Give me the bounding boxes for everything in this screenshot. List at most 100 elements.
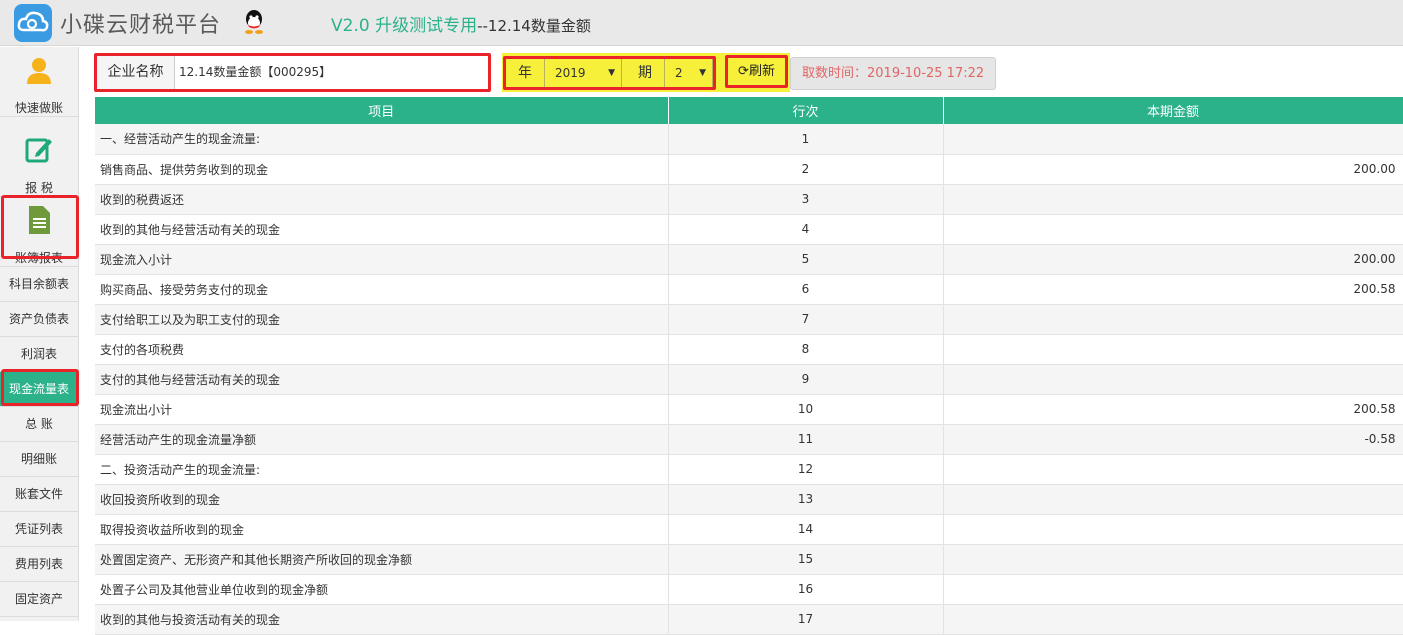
table-row[interactable]: 收到的其他与投资活动有关的现金 17 xyxy=(95,604,1403,635)
year-label: 年 xyxy=(518,65,532,81)
cell-line: 4 xyxy=(668,214,944,245)
cell-item: 支付的其他与经营活动有关的现金 xyxy=(95,364,669,395)
cell-line: 11 xyxy=(668,424,944,455)
cell-amount xyxy=(943,574,1403,605)
cell-amount: 200.00 xyxy=(943,244,1403,275)
sidebar-item-quick-books[interactable]: 快速做账 xyxy=(0,47,78,117)
company-input[interactable]: 12.14数量金额【000295】 xyxy=(179,56,479,89)
cell-line: 7 xyxy=(668,304,944,335)
sidebar-item-trial-balance[interactable]: 科目余额表 xyxy=(0,267,78,302)
table-row[interactable]: 二、投资活动产生的现金流量: 12 xyxy=(95,454,1403,485)
cell-amount: 200.00 xyxy=(943,154,1403,185)
cash-flow-table: 项目 行次 本期金额 一、经营活动产生的现金流量: 1 销售商品、提供劳务收到的现金… xyxy=(95,97,1403,635)
sidebar-item-expense-list[interactable]: 费用列表 xyxy=(0,547,78,582)
app-header: 小碟云财税平台 V2.0 升级测试专用--12.14数量金额 xyxy=(0,0,1403,46)
sidebar-item-income-statement[interactable]: 利润表 xyxy=(0,337,78,372)
sidebar: 快速做账 报 税 账簿报表 科目余额表 资产负债表 利润表 现金流量表 总 账 … xyxy=(0,47,79,621)
column-header-item: 项目 xyxy=(95,97,669,124)
table-row[interactable]: 收到的其他与经营活动有关的现金 4 xyxy=(95,214,1403,245)
cell-line: 17 xyxy=(668,604,944,635)
sidebar-item-detail-ledger[interactable]: 明细账 xyxy=(0,442,78,477)
cell-amount xyxy=(943,214,1403,245)
cell-line: 8 xyxy=(668,334,944,365)
cell-item: 支付给职工以及为职工支付的现金 xyxy=(95,304,669,335)
table-row[interactable]: 支付的各项税费 8 xyxy=(95,334,1403,365)
cell-amount xyxy=(943,544,1403,575)
table-row[interactable]: 购买商品、接受劳务支付的现金 6 200.58 xyxy=(95,274,1403,305)
table-row[interactable]: 销售商品、提供劳务收到的现金 2 200.00 xyxy=(95,154,1403,185)
sidebar-item-account-files[interactable]: 账套文件 xyxy=(0,477,78,512)
cell-amount xyxy=(943,514,1403,545)
cell-line: 9 xyxy=(668,364,944,395)
user-icon xyxy=(27,58,51,84)
cell-item: 销售商品、提供劳务收到的现金 xyxy=(95,154,669,185)
sidebar-item-tax[interactable]: 报 税 xyxy=(0,127,78,197)
chevron-down-icon: ▼ xyxy=(608,68,615,78)
table-row[interactable]: 现金流出小计 10 200.58 xyxy=(95,394,1403,425)
cell-line: 6 xyxy=(668,274,944,305)
refresh-label: 刷新 xyxy=(748,64,775,79)
chevron-down-icon: ▼ xyxy=(699,68,706,78)
cell-item: 经营活动产生的现金流量净额 xyxy=(95,424,669,455)
cell-item: 二、投资活动产生的现金流量: xyxy=(95,454,669,485)
cell-item: 购买商品、接受劳务支付的现金 xyxy=(95,274,669,305)
table-row[interactable]: 一、经营活动产生的现金流量: 1 xyxy=(95,124,1403,155)
company-suffix: --12.14数量金额 xyxy=(477,17,591,35)
cell-amount xyxy=(943,604,1403,635)
period-select[interactable]: 2 ▼ xyxy=(664,59,713,87)
sidebar-item-fixed-assets[interactable]: 固定资产 xyxy=(0,582,78,617)
column-header-line: 行次 xyxy=(668,97,944,124)
table-row[interactable]: 支付给职工以及为职工支付的现金 7 xyxy=(95,304,1403,335)
year-value: 2019 xyxy=(555,66,586,80)
cell-amount: 200.58 xyxy=(943,394,1403,425)
cell-amount xyxy=(943,364,1403,395)
cell-item: 取得投资收益所收到的现金 xyxy=(95,514,669,545)
table-row[interactable]: 处置固定资产、无形资产和其他长期资产所收回的现金净额 15 xyxy=(95,544,1403,575)
cell-line: 1 xyxy=(668,124,944,155)
cell-item: 收回投资所收到的现金 xyxy=(95,484,669,515)
refresh-button[interactable]: ⟳刷新 xyxy=(725,55,788,88)
edit-icon xyxy=(25,138,52,163)
table-row[interactable]: 收到的税费返还 3 xyxy=(95,184,1403,215)
cell-line: 10 xyxy=(668,394,944,425)
year-select[interactable]: 2019 ▼ xyxy=(544,59,622,87)
period-value: 2 xyxy=(675,66,683,80)
table-row[interactable]: 支付的其他与经营活动有关的现金 9 xyxy=(95,364,1403,395)
refresh-icon: ⟳ xyxy=(738,64,749,79)
sidebar-item-label: 报 税 xyxy=(25,181,53,195)
sidebar-item-cash-flow[interactable]: 现金流量表 xyxy=(0,372,78,407)
sidebar-item-balance-sheet[interactable]: 资产负债表 xyxy=(0,302,78,337)
table-row[interactable]: 收回投资所收到的现金 13 xyxy=(95,484,1403,515)
version-title: V2.0 升级测试专用--12.14数量金额 xyxy=(331,11,591,36)
cell-line: 3 xyxy=(668,184,944,215)
table-row[interactable]: 处置子公司及其他营业单位收到的现金净额 16 xyxy=(95,574,1403,605)
cell-amount xyxy=(943,454,1403,485)
cell-amount xyxy=(943,334,1403,365)
cell-item: 处置子公司及其他营业单位收到的现金净额 xyxy=(95,574,669,605)
logo-icon xyxy=(14,4,52,42)
table-header-row: 项目 行次 本期金额 xyxy=(95,97,1403,124)
cell-line: 12 xyxy=(668,454,944,485)
cell-amount xyxy=(943,124,1403,155)
sidebar-item-ledger-reports[interactable]: 账簿报表 xyxy=(0,197,78,267)
table-row[interactable]: 现金流入小计 5 200.00 xyxy=(95,244,1403,275)
table-row[interactable]: 经营活动产生的现金流量净额 11 -0.58 xyxy=(95,424,1403,455)
sidebar-item-voucher-list[interactable]: 凭证列表 xyxy=(0,512,78,547)
cell-amount: 200.58 xyxy=(943,274,1403,305)
cell-amount xyxy=(943,184,1403,215)
cell-line: 5 xyxy=(668,244,944,275)
cell-item: 收到的其他与投资活动有关的现金 xyxy=(95,604,669,635)
cell-line: 15 xyxy=(668,544,944,575)
cell-amount xyxy=(943,304,1403,335)
company-field: 企业名称 12.14数量金额【000295】 xyxy=(94,53,491,92)
table-row[interactable]: 取得投资收益所收到的现金 14 xyxy=(95,514,1403,545)
cell-line: 13 xyxy=(668,484,944,515)
fetch-time: 取数时间：2019-10-25 17:22 xyxy=(790,57,996,90)
cell-amount: -0.58 xyxy=(943,424,1403,455)
cell-item: 现金流出小计 xyxy=(95,394,669,425)
sidebar-item-general-ledger[interactable]: 总 账 xyxy=(0,407,78,442)
cell-item: 一、经营活动产生的现金流量: xyxy=(95,124,669,155)
qq-icon[interactable] xyxy=(243,9,265,35)
cell-item: 处置固定资产、无形资产和其他长期资产所收回的现金净额 xyxy=(95,544,669,575)
cell-item: 现金流入小计 xyxy=(95,244,669,275)
